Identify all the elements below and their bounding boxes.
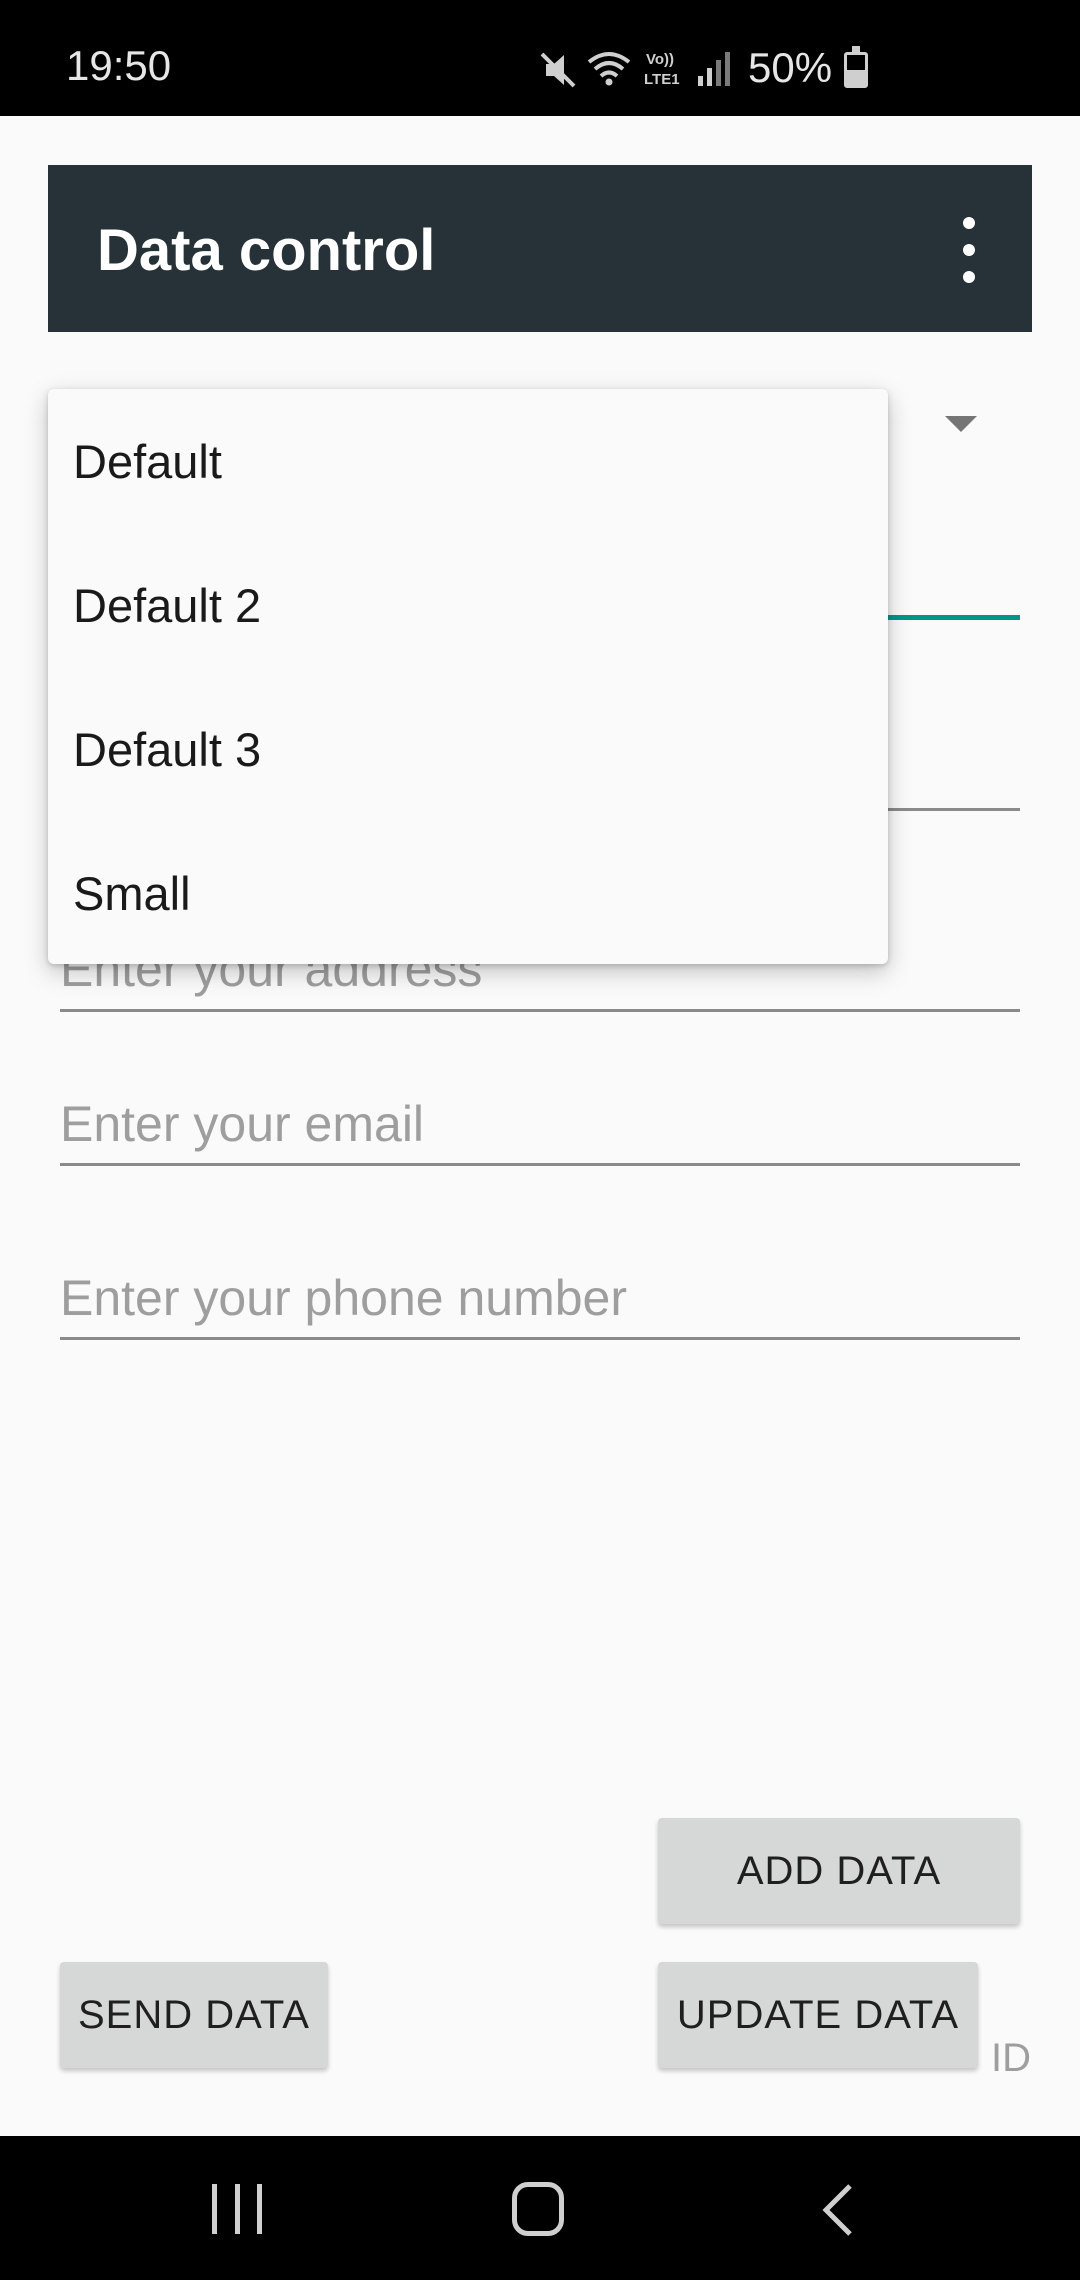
app-title: Data control [97,218,436,283]
phone-underline [60,1337,1020,1340]
svg-text:Vo)): Vo)) [646,51,674,68]
volte-icon: Vo)) LTE1 [644,51,680,88]
spinner-dropdown-menu: Default Default 2 Default 3 Small [48,389,888,964]
update-data-button[interactable]: UPDATE DATA [658,1962,978,2068]
battery-percentage: 50% [748,44,833,91]
navigation-bar [0,2136,1080,2280]
address-underline [60,1009,1020,1012]
wifi-icon [587,52,631,86]
recents-icon[interactable] [212,2184,262,2234]
battery-icon [844,46,868,88]
phone-field[interactable]: Enter your phone number [60,1269,627,1327]
back-icon[interactable] [818,2182,858,2238]
svg-text:LTE1: LTE1 [644,71,680,88]
app-bar: Data control [48,165,1032,332]
home-icon[interactable] [512,2182,564,2236]
dropdown-item-small[interactable]: Small [48,821,888,965]
status-time: 19:50 [66,42,172,89]
dropdown-item-default[interactable]: Default [48,389,888,533]
email-underline [60,1163,1020,1166]
send-data-button[interactable]: SEND DATA [60,1962,328,2068]
signal-icon [698,52,730,86]
status-bar: 19:50 Vo)) LTE1 50% [0,0,1080,116]
mute-icon [540,52,576,88]
id-label: ID [991,2036,1031,2080]
overflow-menu-icon[interactable] [954,217,984,283]
email-field[interactable]: Enter your email [60,1095,424,1153]
dropdown-item-default-3[interactable]: Default 3 [48,677,888,821]
add-data-button[interactable]: ADD DATA [658,1818,1020,1924]
dropdown-item-default-2[interactable]: Default 2 [48,533,888,677]
spinner-dropdown-icon[interactable] [945,416,977,432]
